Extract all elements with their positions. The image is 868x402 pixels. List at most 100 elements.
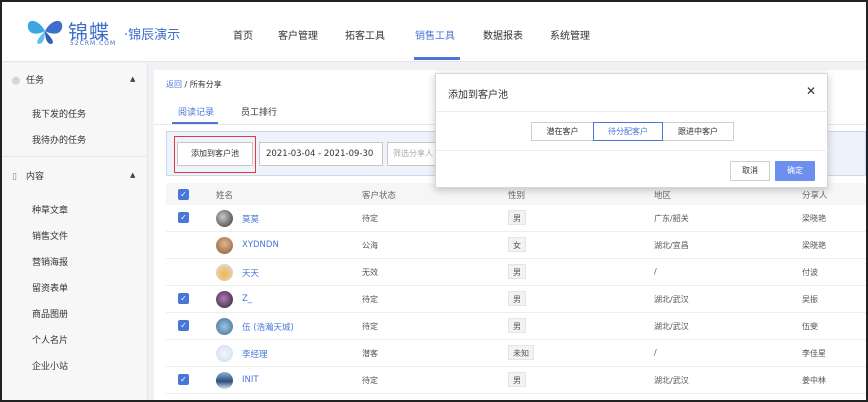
sharer: 伍斐 [802,322,818,331]
region: 湖北/武汉 [654,376,689,385]
customer-status: 待定 [362,322,378,331]
close-icon[interactable]: ✕ [806,84,816,98]
tab-employee-ranking[interactable]: 员工排行 [241,105,277,118]
sidebar-item-sales-files[interactable]: 销售文件 [32,229,68,242]
sidebar-item-microsite[interactable]: 企业小站 [32,359,68,372]
nav-item-sales-tools[interactable]: 销售工具 [415,27,455,42]
row-checkbox[interactable]: ✓ [178,374,189,385]
column-header-sharer: 分享人 [802,191,828,201]
top-navbar: 锦蝶 52CRM.COM ·锦辰演示 首页 客户管理 拓客工具 销售工具 数据报… [2,2,866,62]
breadcrumb-current: 所有分享 [189,80,222,89]
table-row[interactable]: ✓ 伍 (浩瀚天城) 待定 男 湖北/武汉 伍斐 [166,313,866,340]
product-name: ·锦辰演示 [124,28,181,43]
sharer: 梁晓艳 [802,241,826,250]
gender-tag: 女 [508,237,526,252]
target-icon: ◎ [12,76,20,86]
logo: 锦蝶 52CRM.COM ·锦辰演示 [24,14,194,50]
sidebar-group-content[interactable]: ▯ 内容 [12,169,44,182]
column-header-region: 地区 [654,191,672,201]
table-row[interactable]: XYDNDN 公海 女 湖北/宜昌 梁晓艳 [166,232,866,259]
region: 湖北/宜昌 [654,241,689,250]
customer-name-link[interactable]: 伍 (浩瀚天城) [242,321,294,333]
customer-status: 待定 [362,295,378,304]
sharer: 付波 [802,268,818,277]
region: / [654,267,657,276]
cancel-button[interactable]: 取消 [730,161,770,181]
customer-name-link[interactable]: INIT [242,375,259,385]
sidebar-group-label: 内容 [26,172,45,182]
option-unassigned-customers[interactable]: 待分配客户 [593,122,663,141]
region: / [654,348,657,357]
gender-tag: 男 [508,264,526,279]
sharer: 吴振 [802,295,818,304]
caret-up-icon[interactable]: ▲ [130,171,135,179]
region: 广东/韶关 [654,214,689,223]
nav-item-customers[interactable]: 客户管理 [278,27,318,42]
table-row[interactable]: ✓ INIT 待定 男 湖北/武汉 姜中林 [166,367,866,394]
column-header-gender: 性别 [508,191,526,201]
sidebar-item-todo-tasks[interactable]: 我待办的任务 [32,133,86,146]
avatar [216,237,233,254]
avatar [216,210,233,227]
table-row[interactable]: ✓ 莫莫 待定 男 广东/韶关 梁晓艳 [166,205,866,232]
customer-name-link[interactable]: 李经理 [242,348,268,360]
customer-status: 潜客 [362,349,378,358]
dialog-header-divider [436,111,829,112]
select-all-checkbox[interactable]: ✓ [178,189,189,200]
customer-name-link[interactable]: XYDNDN [242,240,279,250]
avatar [216,372,233,389]
customer-status: 待定 [362,214,378,223]
sidebar-group-tasks[interactable]: ◎ 任务 [12,73,44,86]
nav-item-prospecting[interactable]: 拓客工具 [345,27,385,42]
app-window: 锦蝶 52CRM.COM ·锦辰演示 首页 客户管理 拓客工具 销售工具 数据报… [0,0,868,402]
table-row[interactable]: 李经理 潜客 未知 / 李佳星 [166,340,866,367]
sidebar-item-articles[interactable]: 种草文章 [32,203,68,216]
row-checkbox[interactable] [178,239,189,250]
gender-tag: 未知 [508,345,534,360]
row-checkbox[interactable] [178,347,189,358]
customer-status: 公海 [362,241,378,250]
breadcrumb: 返回 / 所有分享 [166,79,222,90]
customer-name-link[interactable]: 天天 [242,267,259,279]
butterfly-logo-icon [27,20,63,44]
date-range-picker[interactable]: 2021-03-04 - 2021-09-30 [259,142,383,166]
region: 湖北/武汉 [654,322,689,331]
sidebar-item-business-card[interactable]: 个人名片 [32,333,68,346]
highlight-box [174,136,256,173]
table-row[interactable]: 天天 无效 男 / 付波 [166,259,866,286]
sidebar-item-catalog[interactable]: 商品图册 [32,307,68,320]
row-checkbox[interactable]: ✓ [178,293,189,304]
option-following-customers[interactable]: 跟进中客户 [662,122,734,141]
tab-read-records[interactable]: 阅读记录 [178,105,214,118]
dialog-footer-divider [436,150,829,151]
sidebar: ◎ 任务 ▲ 我下发的任务 我待办的任务 ▯ 内容 ▲ 种草文章 销售文件 营销海报… [2,63,148,400]
avatar [216,345,233,362]
gender-tag: 男 [508,318,526,333]
row-checkbox[interactable]: ✓ [178,320,189,331]
breadcrumb-separator: / [182,80,190,89]
sidebar-item-posters[interactable]: 营销海报 [32,255,68,268]
gender-tag: 男 [508,210,526,225]
sidebar-item-issued-tasks[interactable]: 我下发的任务 [32,107,86,120]
nav-item-home[interactable]: 首页 [233,27,253,42]
nav-item-reports[interactable]: 数据报表 [483,27,523,42]
row-checkbox[interactable] [178,266,189,277]
table-row[interactable]: ✓ Z_ 待定 男 湖北/武汉 吴振 [166,286,866,313]
document-icon: ▯ [12,172,17,182]
caret-up-icon[interactable]: ▲ [130,75,135,83]
confirm-button[interactable]: 确定 [775,161,815,181]
row-checkbox[interactable]: ✓ [178,212,189,223]
dialog-title: 添加到客户池 [448,90,508,101]
sharer: 梁晓艳 [802,214,826,223]
gender-tag: 男 [508,291,526,306]
sharer: 姜中林 [802,376,826,385]
nav-item-system[interactable]: 系统管理 [550,27,590,42]
nav-active-indicator [414,57,460,60]
avatar [216,291,233,308]
breadcrumb-back-link[interactable]: 返回 [166,80,182,89]
region: 湖北/武汉 [654,295,689,304]
customer-name-link[interactable]: 莫莫 [242,213,259,225]
customer-name-link[interactable]: Z_ [242,294,252,304]
option-potential-customers[interactable]: 潜在客户 [531,122,594,141]
sidebar-item-forms[interactable]: 留资表单 [32,281,68,294]
